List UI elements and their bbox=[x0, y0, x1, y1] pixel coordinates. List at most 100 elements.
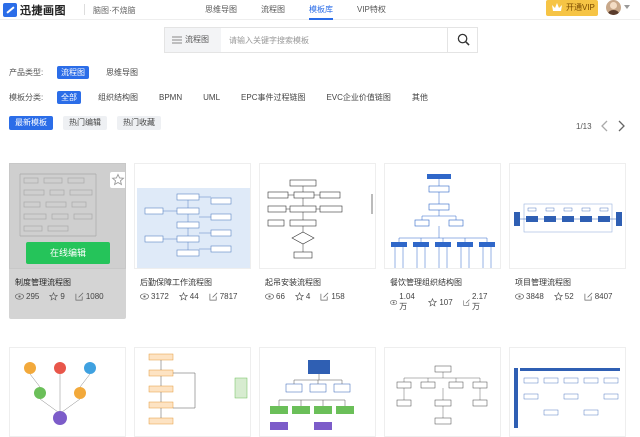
template-card[interactable]: 项目管理流程图 3848 52 8407 bbox=[509, 163, 626, 319]
template-card[interactable]: 在线编辑 制度管理流程图 295 9 1080 bbox=[9, 163, 126, 319]
template-stats: 295 9 1080 bbox=[15, 292, 114, 301]
category-other[interactable]: 其他 bbox=[408, 91, 432, 104]
logo-icon bbox=[3, 3, 17, 17]
template-card[interactable] bbox=[134, 347, 251, 437]
thumbnail-diagram bbox=[24, 362, 96, 425]
sort-hot-fav[interactable]: 热门收藏 bbox=[117, 116, 161, 130]
like-count: 107 bbox=[428, 292, 453, 312]
template-card[interactable] bbox=[9, 347, 126, 437]
logo[interactable]: 迅捷画图 bbox=[3, 2, 66, 18]
template-thumbnail bbox=[384, 163, 501, 269]
template-card[interactable]: 餐饮管理组织结构图 1.04万 107 2.17万 bbox=[384, 163, 501, 319]
category-uml[interactable]: UML bbox=[199, 91, 224, 104]
template-thumbnail bbox=[259, 163, 376, 269]
template-stats: 1.04万 107 2.17万 bbox=[390, 292, 501, 312]
chevron-left-icon[interactable] bbox=[600, 120, 610, 132]
avatar[interactable] bbox=[606, 0, 621, 15]
thumbnail-diagram bbox=[396, 365, 488, 425]
sort-tabs: 最新模板 热门编辑 热门收藏 bbox=[9, 116, 171, 130]
edit-online-button[interactable]: 在线编辑 bbox=[26, 242, 110, 264]
favorite-button[interactable] bbox=[110, 172, 125, 188]
star-icon bbox=[553, 292, 563, 301]
main-nav: 思维导图 流程图 模板库 VIP特权 bbox=[205, 0, 410, 20]
category-org[interactable]: 组织结构图 bbox=[94, 91, 142, 104]
logo-divider bbox=[84, 4, 85, 15]
template-stats: 3172 44 7817 bbox=[140, 292, 248, 301]
view-count-value: 295 bbox=[26, 292, 40, 301]
like-count-value: 44 bbox=[189, 292, 199, 301]
search-button[interactable] bbox=[447, 27, 478, 53]
nav-templates[interactable]: 模板库 bbox=[309, 0, 333, 20]
sort-hot-edit[interactable]: 热门编辑 bbox=[63, 116, 107, 130]
template-stats: 66 4 158 bbox=[265, 292, 355, 301]
edit-count: 158 bbox=[320, 292, 345, 301]
product-type-filter: 产品类型: 流程图 思维导图 bbox=[9, 66, 155, 79]
template-card[interactable]: 后勤保障工作流程图 3172 44 7817 bbox=[134, 163, 251, 319]
product-type-label: 产品类型: bbox=[9, 68, 44, 77]
sort-newest[interactable]: 最新模板 bbox=[9, 116, 53, 130]
star-icon bbox=[428, 297, 438, 307]
like-count-value: 107 bbox=[439, 297, 453, 307]
edit-count-value: 158 bbox=[331, 292, 345, 301]
slogan: 脑图·不烧脑 bbox=[93, 6, 136, 15]
like-count-value: 4 bbox=[305, 292, 311, 301]
edit-count-value: 8407 bbox=[594, 292, 613, 301]
template-title: 后勤保障工作流程图 bbox=[140, 278, 212, 287]
top-bar: 迅捷画图 脑图·不烧脑 思维导图 流程图 模板库 VIP特权 开通VIP bbox=[0, 0, 640, 20]
view-count-value: 3848 bbox=[526, 292, 544, 301]
edit-count-value: 7817 bbox=[219, 292, 238, 301]
star-icon bbox=[178, 292, 188, 301]
category-all[interactable]: 全部 bbox=[57, 91, 81, 104]
template-card[interactable]: 起吊安装流程图 66 4 158 bbox=[259, 163, 376, 319]
category-evc[interactable]: EVC企业价值链图 bbox=[322, 91, 394, 104]
edit-count: 1080 bbox=[75, 292, 104, 301]
nav-mindmap[interactable]: 思维导图 bbox=[205, 0, 237, 20]
template-card[interactable] bbox=[509, 347, 626, 437]
eye-icon bbox=[140, 293, 149, 300]
product-flowchart[interactable]: 流程图 bbox=[57, 66, 89, 79]
search-icon bbox=[457, 33, 470, 46]
search-bar: 流程图 bbox=[164, 27, 478, 53]
search-type-select[interactable]: 流程图 bbox=[165, 28, 221, 52]
star-icon bbox=[49, 292, 59, 301]
like-count-value: 52 bbox=[564, 292, 574, 301]
like-count: 9 bbox=[49, 292, 65, 301]
edit-icon bbox=[209, 292, 218, 301]
edit-count-value: 2.17万 bbox=[471, 292, 488, 311]
template-thumbnail bbox=[509, 163, 626, 269]
product-mindmap[interactable]: 思维导图 bbox=[102, 66, 142, 79]
template-thumbnail bbox=[134, 163, 251, 269]
edit-icon bbox=[584, 292, 593, 301]
template-card[interactable] bbox=[259, 347, 376, 437]
nav-vip[interactable]: VIP特权 bbox=[357, 0, 386, 20]
edit-icon bbox=[463, 298, 470, 306]
view-count: 3172 bbox=[140, 292, 169, 301]
vip-button[interactable]: 开通VIP bbox=[546, 0, 598, 16]
crown-icon bbox=[552, 3, 562, 11]
like-count: 4 bbox=[294, 292, 311, 301]
eye-icon bbox=[15, 293, 24, 300]
search-input[interactable] bbox=[229, 32, 429, 48]
thumbnail-diagram bbox=[267, 179, 373, 259]
view-count-value: 66 bbox=[276, 292, 285, 301]
list-icon bbox=[172, 36, 182, 44]
edit-icon bbox=[320, 292, 329, 301]
template-title: 制度管理流程图 bbox=[15, 278, 71, 287]
thumbnail-diagram bbox=[270, 360, 354, 430]
edit-count: 7817 bbox=[209, 292, 238, 301]
eye-icon bbox=[265, 293, 274, 300]
chevron-right-icon[interactable] bbox=[616, 120, 626, 132]
category-epc[interactable]: EPC事件过程链图 bbox=[237, 91, 309, 104]
chevron-down-icon[interactable] bbox=[624, 5, 630, 9]
view-count: 3848 bbox=[515, 292, 544, 301]
favorite-star-icon bbox=[111, 173, 125, 186]
nav-flowchart[interactable]: 流程图 bbox=[261, 0, 285, 20]
template-card[interactable] bbox=[384, 347, 501, 437]
thumbnail-diagram bbox=[148, 353, 248, 425]
eye-icon bbox=[390, 299, 398, 305]
thumbnail-diagram bbox=[514, 203, 622, 233]
star-icon bbox=[294, 292, 304, 301]
category-filter: 模板分类: 全部 组织结构图 BPMN UML EPC事件过程链图 EVC企业价… bbox=[9, 91, 445, 104]
category-bpmn[interactable]: BPMN bbox=[155, 91, 186, 104]
like-count-value: 9 bbox=[60, 292, 65, 301]
